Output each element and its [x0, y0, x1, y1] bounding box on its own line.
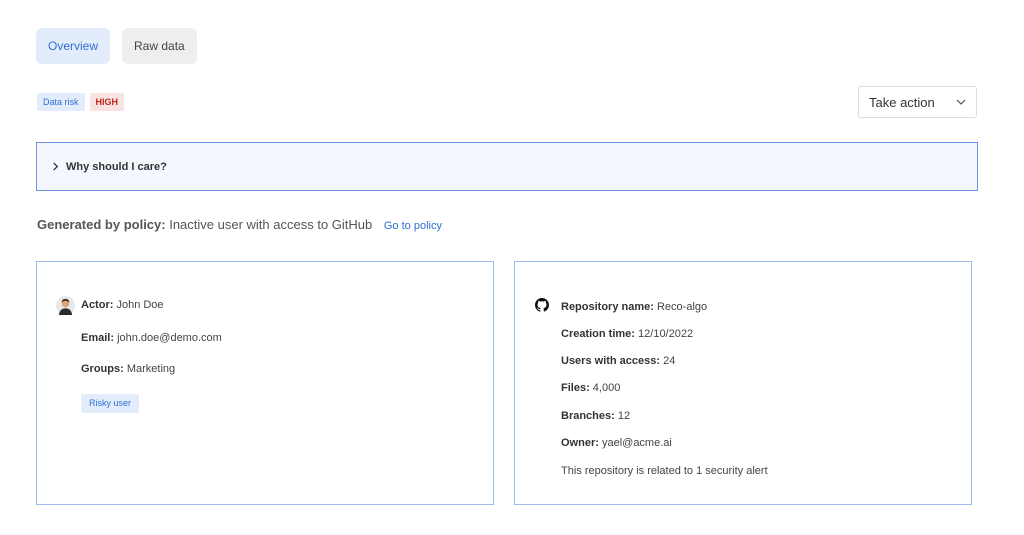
policy-line: Generated by policy: Inactive user with … [37, 217, 442, 232]
why-label: Why should I care? [66, 160, 167, 173]
security-alert-text: This repository is related to 1 security… [561, 465, 768, 477]
creation-time-key: Creation time: [561, 328, 635, 340]
branches-row: Branches: 12 [561, 410, 630, 422]
why-should-i-care-toggle[interactable]: Why should I care? [36, 142, 978, 191]
branches-key: Branches: [561, 410, 615, 422]
repo-name-key: Repository name: [561, 301, 654, 313]
branches-value: 12 [617, 410, 631, 422]
email-value: john.doe@demo.com [117, 332, 222, 344]
policy-value: Inactive user with access to GitHub [169, 217, 373, 232]
repo-name-value: Reco-algo [656, 301, 708, 313]
users-access-row: Users with access: 24 [561, 355, 675, 367]
policy-key: Generated by policy: [37, 217, 166, 232]
files-value: 4,000 [592, 382, 621, 394]
go-to-policy-link[interactable]: Go to policy [384, 220, 442, 232]
owner-key: Owner: [561, 437, 599, 449]
groups-value: Marketing [126, 363, 176, 375]
chevron-right-icon [53, 162, 59, 171]
avatar [56, 296, 75, 315]
users-access-value: 24 [663, 355, 676, 367]
repo-name-row: Repository name: Reco-algo [561, 301, 707, 313]
actor-row: Actor: John Doe [81, 299, 164, 311]
tab-raw-data[interactable]: Raw data [122, 28, 197, 64]
chevron-down-icon [956, 99, 966, 105]
severity-badge: HIGH [89, 93, 125, 111]
take-action-dropdown[interactable]: Take action [858, 86, 977, 118]
creation-time-value: 12/10/2022 [638, 328, 694, 340]
actor-card: Actor: John Doe Email: john.doe@demo.com… [36, 261, 494, 505]
actor-key: Actor: [81, 299, 114, 311]
owner-value: yael@acme.ai [601, 437, 672, 449]
repository-card: Repository name: Reco-algo Creation time… [514, 261, 972, 505]
take-action-label: Take action [869, 94, 935, 110]
risky-user-tag: Risky user [81, 394, 140, 413]
users-access-key: Users with access: [561, 355, 661, 367]
github-icon [535, 298, 549, 312]
actor-value: John Doe [116, 299, 164, 311]
category-badge: Data risk [37, 93, 85, 111]
owner-row: Owner: yael@acme.ai [561, 437, 672, 449]
email-key: Email: [81, 332, 115, 344]
files-row: Files: 4,000 [561, 382, 620, 394]
creation-time-row: Creation time: 12/10/2022 [561, 328, 693, 340]
groups-row: Groups: Marketing [81, 363, 175, 375]
tab-bar: Overview Raw data [36, 28, 197, 64]
email-row: Email: john.doe@demo.com [81, 332, 222, 344]
files-key: Files: [561, 382, 590, 394]
tab-overview[interactable]: Overview [36, 28, 111, 64]
groups-key: Groups: [81, 363, 124, 375]
badge-group: Data risk HIGH [37, 93, 125, 111]
